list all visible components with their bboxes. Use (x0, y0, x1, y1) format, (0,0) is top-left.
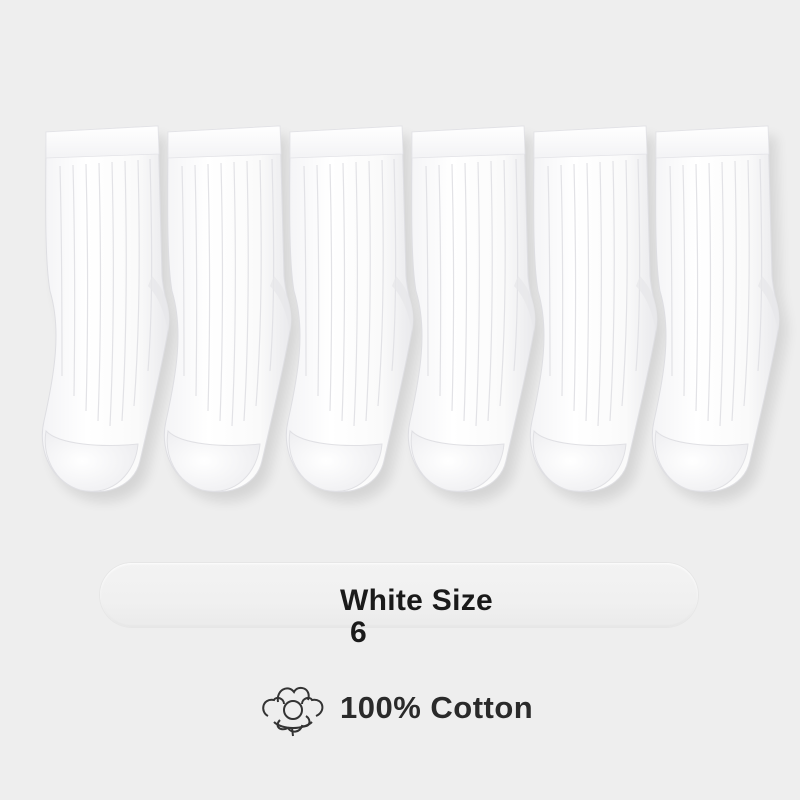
color-size-label: White Size (340, 584, 494, 617)
sock-5 (530, 126, 665, 502)
sock-2 (164, 126, 299, 502)
cotton-boll-icon (258, 680, 328, 740)
sock-6 (652, 126, 787, 502)
material-label: 100% Cotton (340, 690, 534, 725)
sock-4 (408, 126, 543, 502)
product-photo (0, 0, 800, 800)
sock-group (42, 126, 787, 502)
sock-1 (42, 126, 177, 502)
size-value: 6 (350, 616, 367, 649)
sock-3 (286, 126, 421, 502)
